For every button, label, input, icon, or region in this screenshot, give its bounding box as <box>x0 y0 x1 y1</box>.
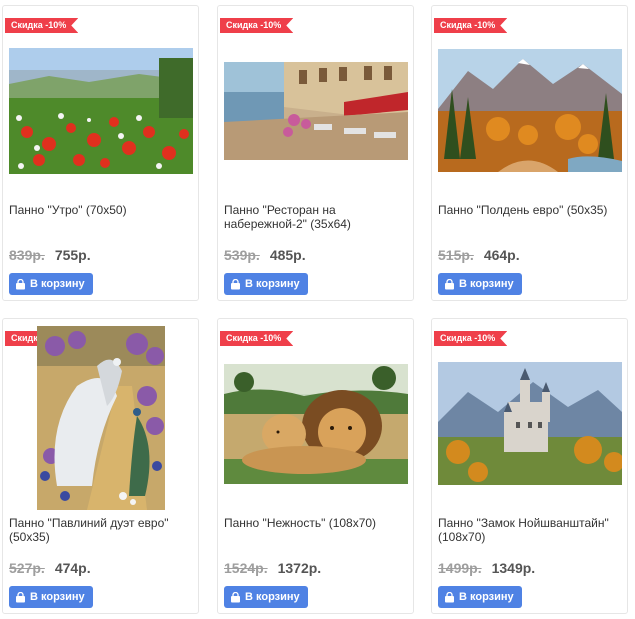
product-card: Скидка -10% Панно "Нежность" (108x70) 15… <box>217 318 414 614</box>
product-image[interactable] <box>224 351 408 496</box>
discount-badge: Скидка -10% <box>434 18 507 33</box>
add-to-cart-button[interactable]: В корзину <box>9 273 93 295</box>
new-price: 464р. <box>483 247 520 263</box>
add-to-cart-button[interactable]: В корзину <box>224 273 308 295</box>
price-block: 515р. 464р. <box>438 247 520 263</box>
product-title[interactable]: Панно "Ресторан на набережной-2" (35x64) <box>224 203 410 231</box>
product-image[interactable] <box>438 351 622 496</box>
new-price: 1349р. <box>491 560 536 576</box>
old-price: 839р. <box>9 247 45 263</box>
new-price: 755р. <box>54 247 91 263</box>
product-title[interactable]: Панно "Полдень евро" (50x35) <box>438 203 624 217</box>
new-price: 1372р. <box>277 560 322 576</box>
add-to-cart-label: В корзину <box>245 591 300 603</box>
add-to-cart-label: В корзину <box>30 278 85 290</box>
price-block: 1524р. 1372р. <box>224 560 321 576</box>
old-price: 515р. <box>438 247 474 263</box>
discount-badge: Скидка -10% <box>220 331 293 346</box>
discount-badge: Скидка -10% <box>5 18 78 33</box>
add-to-cart-label: В корзину <box>245 278 300 290</box>
add-to-cart-label: В корзину <box>30 591 85 603</box>
product-image[interactable] <box>9 38 193 183</box>
old-price: 527р. <box>9 560 45 576</box>
price-block: 839р. 755р. <box>9 247 91 263</box>
add-to-cart-button[interactable]: В корзину <box>9 586 93 608</box>
add-to-cart-label: В корзину <box>459 278 514 290</box>
price-block: 539р. 485р. <box>224 247 306 263</box>
product-title[interactable]: Панно "Замок Нойшванштайн" (108x70) <box>438 516 624 544</box>
discount-badge: Скидка -10% <box>220 18 293 33</box>
product-title[interactable]: Панно "Павлиний дуэт евро" (50x35) <box>9 516 195 544</box>
shopping-bag-icon <box>230 278 241 290</box>
product-card: Скидка -10% Панно "Ресторан на набережно… <box>217 5 414 301</box>
product-card: Скидка -10% Панно "Замок Нойшванштайн" (… <box>431 318 628 614</box>
new-price: 474р. <box>54 560 91 576</box>
shopping-bag-icon <box>444 278 455 290</box>
discount-badge: Скидка -10% <box>434 331 507 346</box>
old-price: 1499р. <box>438 560 482 576</box>
add-to-cart-button[interactable]: В корзину <box>438 273 522 295</box>
product-image[interactable] <box>438 38 622 183</box>
product-title[interactable]: Панно "Нежность" (108x70) <box>224 516 410 530</box>
product-card: Скидка -10% Панно "Полдень евро" (50x35)… <box>431 5 628 301</box>
shopping-bag-icon <box>15 591 26 603</box>
product-image[interactable] <box>9 325 193 511</box>
new-price: 485р. <box>269 247 306 263</box>
add-to-cart-button[interactable]: В корзину <box>438 586 522 608</box>
old-price: 1524р. <box>224 560 268 576</box>
shopping-bag-icon <box>444 591 455 603</box>
shopping-bag-icon <box>15 278 26 290</box>
price-block: 1499р. 1349р. <box>438 560 535 576</box>
product-card: Скидка -10% Панно "Павлиний дуэт евро" (… <box>2 318 199 614</box>
shopping-bag-icon <box>230 591 241 603</box>
product-card: Скидка -10% Панно "Утро" (70x50) 839р. 7… <box>2 5 199 301</box>
product-image[interactable] <box>224 38 408 183</box>
add-to-cart-button[interactable]: В корзину <box>224 586 308 608</box>
add-to-cart-label: В корзину <box>459 591 514 603</box>
product-title[interactable]: Панно "Утро" (70x50) <box>9 203 195 217</box>
old-price: 539р. <box>224 247 260 263</box>
price-block: 527р. 474р. <box>9 560 91 576</box>
